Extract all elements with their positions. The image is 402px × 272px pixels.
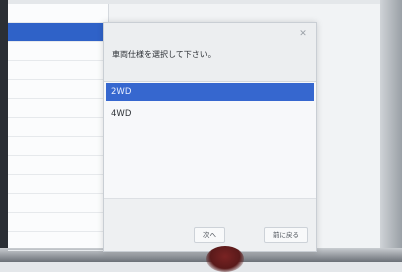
dialog-prompt: 車両仕様を選択して下さい。 <box>112 50 216 59</box>
list-item[interactable] <box>8 61 108 80</box>
dialog-header: ✕ 車両仕様を選択して下さい。 <box>104 23 316 82</box>
list-item[interactable] <box>8 194 108 213</box>
list-item-selected[interactable] <box>8 23 108 42</box>
list-item[interactable] <box>8 4 108 23</box>
back-button[interactable]: 前に戻る <box>264 227 308 243</box>
screen-bezel-left <box>0 0 8 262</box>
spec-options-list: 2WD 4WD <box>106 83 314 127</box>
list-item[interactable] <box>8 137 108 156</box>
screen-bezel-right <box>380 0 402 262</box>
list-item[interactable] <box>8 232 108 251</box>
background-list <box>8 4 109 251</box>
list-item[interactable] <box>8 80 108 99</box>
fingertip <box>206 246 244 272</box>
list-item[interactable] <box>8 118 108 137</box>
list-item[interactable] <box>8 99 108 118</box>
option-2wd[interactable]: 2WD <box>106 83 314 101</box>
list-item[interactable] <box>8 213 108 232</box>
list-item[interactable] <box>8 175 108 194</box>
next-button[interactable]: 次へ <box>194 227 225 243</box>
vehicle-spec-dialog: ✕ 車両仕様を選択して下さい。 2WD 4WD 次へ 前に戻る <box>103 22 317 252</box>
dialog-footer: 次へ 前に戻る <box>104 198 316 251</box>
list-item[interactable] <box>8 156 108 175</box>
option-4wd[interactable]: 4WD <box>106 105 314 123</box>
close-icon[interactable]: ✕ <box>298 29 308 39</box>
list-item[interactable] <box>8 42 108 61</box>
